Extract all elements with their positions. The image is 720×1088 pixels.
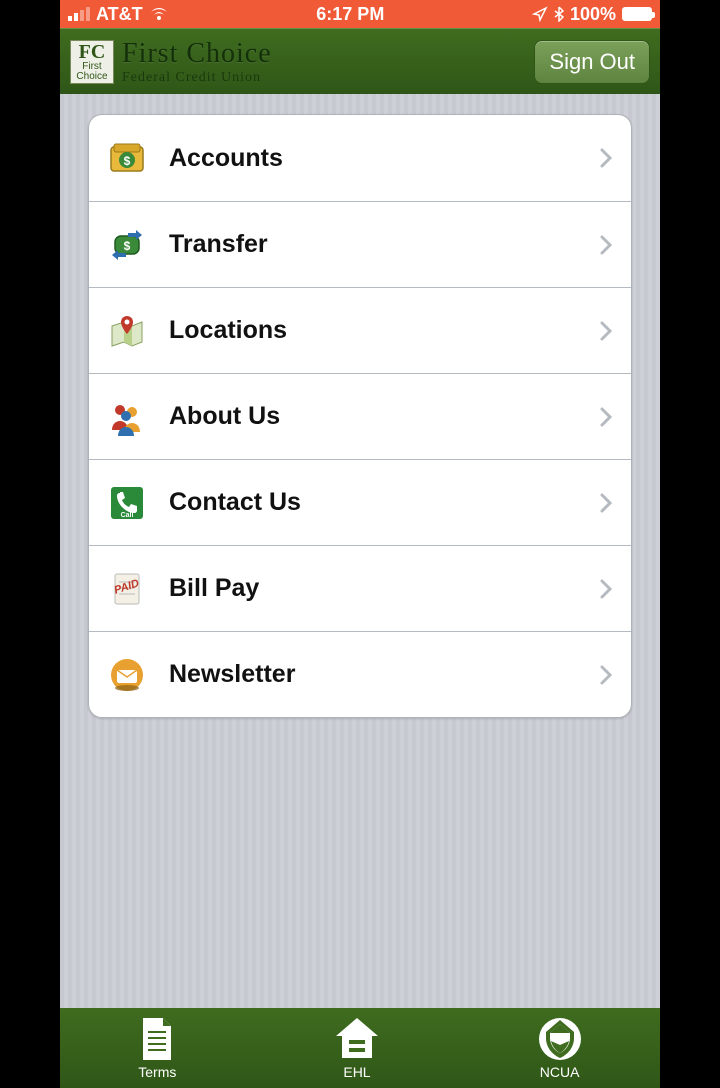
menu-item-accounts[interactable]: $ Accounts bbox=[89, 115, 631, 201]
menu-item-locations[interactable]: Locations bbox=[89, 287, 631, 373]
brand-logo: FC First Choice bbox=[70, 40, 114, 84]
status-bar: AT&T 6:17 PM 100% bbox=[60, 0, 660, 28]
people-group-icon bbox=[107, 397, 147, 437]
wifi-icon bbox=[149, 7, 169, 21]
menu-label: Accounts bbox=[169, 144, 599, 173]
footer-label: NCUA bbox=[540, 1064, 580, 1080]
brand-logo-caption1: First bbox=[82, 62, 101, 72]
chevron-right-icon bbox=[599, 492, 613, 514]
wallet-dollar-icon: $ bbox=[107, 138, 147, 178]
app-header: FC First Choice First Choice Federal Cre… bbox=[60, 28, 660, 94]
menu-label: Locations bbox=[169, 316, 599, 345]
bluetooth-icon bbox=[554, 6, 564, 22]
map-pin-icon bbox=[107, 311, 147, 351]
chevron-right-icon bbox=[599, 147, 613, 169]
brand-title: First Choice bbox=[122, 38, 272, 70]
transfer-arrows-icon: $ bbox=[107, 225, 147, 265]
battery-percent: 100% bbox=[570, 4, 616, 25]
carrier-label: AT&T bbox=[96, 4, 143, 25]
battery-icon bbox=[622, 7, 652, 21]
footer-bar: Terms EHL NCUA bbox=[60, 1008, 660, 1088]
svg-text:$: $ bbox=[124, 239, 131, 253]
menu-label: Newsletter bbox=[169, 660, 599, 689]
chevron-right-icon bbox=[599, 320, 613, 342]
svg-text:$: $ bbox=[124, 154, 131, 168]
signal-bars-icon bbox=[68, 7, 90, 21]
chevron-right-icon bbox=[599, 406, 613, 428]
svg-text:Call: Call bbox=[121, 512, 134, 519]
status-left: AT&T bbox=[68, 4, 169, 25]
chevron-right-icon bbox=[599, 578, 613, 600]
content-area: $ Accounts $ Transfer bbox=[60, 94, 660, 1008]
brand-text: First Choice Federal Credit Union bbox=[122, 38, 272, 86]
chevron-right-icon bbox=[599, 664, 613, 686]
menu-item-contact-us[interactable]: Call Contact Us bbox=[89, 459, 631, 545]
menu-label: About Us bbox=[169, 402, 599, 431]
brand-subtitle: Federal Credit Union bbox=[122, 70, 272, 86]
equal-housing-icon bbox=[332, 1016, 382, 1062]
ncua-shield-icon bbox=[537, 1016, 583, 1062]
menu-label: Contact Us bbox=[169, 488, 599, 517]
footer-item-terms[interactable]: Terms bbox=[137, 1016, 177, 1080]
email-envelope-icon bbox=[107, 655, 147, 695]
brand-logo-caption2: Choice bbox=[76, 72, 107, 82]
menu-item-bill-pay[interactable]: PAID Bill Pay bbox=[89, 545, 631, 631]
paid-receipt-icon: PAID bbox=[107, 569, 147, 609]
document-icon bbox=[137, 1016, 177, 1062]
main-menu: $ Accounts $ Transfer bbox=[88, 114, 632, 718]
menu-label: Transfer bbox=[169, 230, 599, 259]
footer-item-ncua[interactable]: NCUA bbox=[537, 1016, 583, 1080]
brand-logo-initials: FC bbox=[79, 42, 106, 62]
chevron-right-icon bbox=[599, 234, 613, 256]
menu-item-transfer[interactable]: $ Transfer bbox=[89, 201, 631, 287]
menu-item-newsletter[interactable]: Newsletter bbox=[89, 631, 631, 717]
footer-item-ehl[interactable]: EHL bbox=[332, 1016, 382, 1080]
sign-out-button[interactable]: Sign Out bbox=[534, 40, 650, 84]
location-arrow-icon bbox=[532, 6, 548, 22]
menu-item-about-us[interactable]: About Us bbox=[89, 373, 631, 459]
menu-label: Bill Pay bbox=[169, 574, 599, 603]
footer-label: Terms bbox=[138, 1064, 176, 1080]
status-time: 6:17 PM bbox=[316, 4, 384, 25]
footer-label: EHL bbox=[343, 1064, 370, 1080]
phone-call-icon: Call bbox=[107, 483, 147, 523]
status-right: 100% bbox=[532, 4, 652, 25]
brand: FC First Choice First Choice Federal Cre… bbox=[70, 38, 272, 86]
